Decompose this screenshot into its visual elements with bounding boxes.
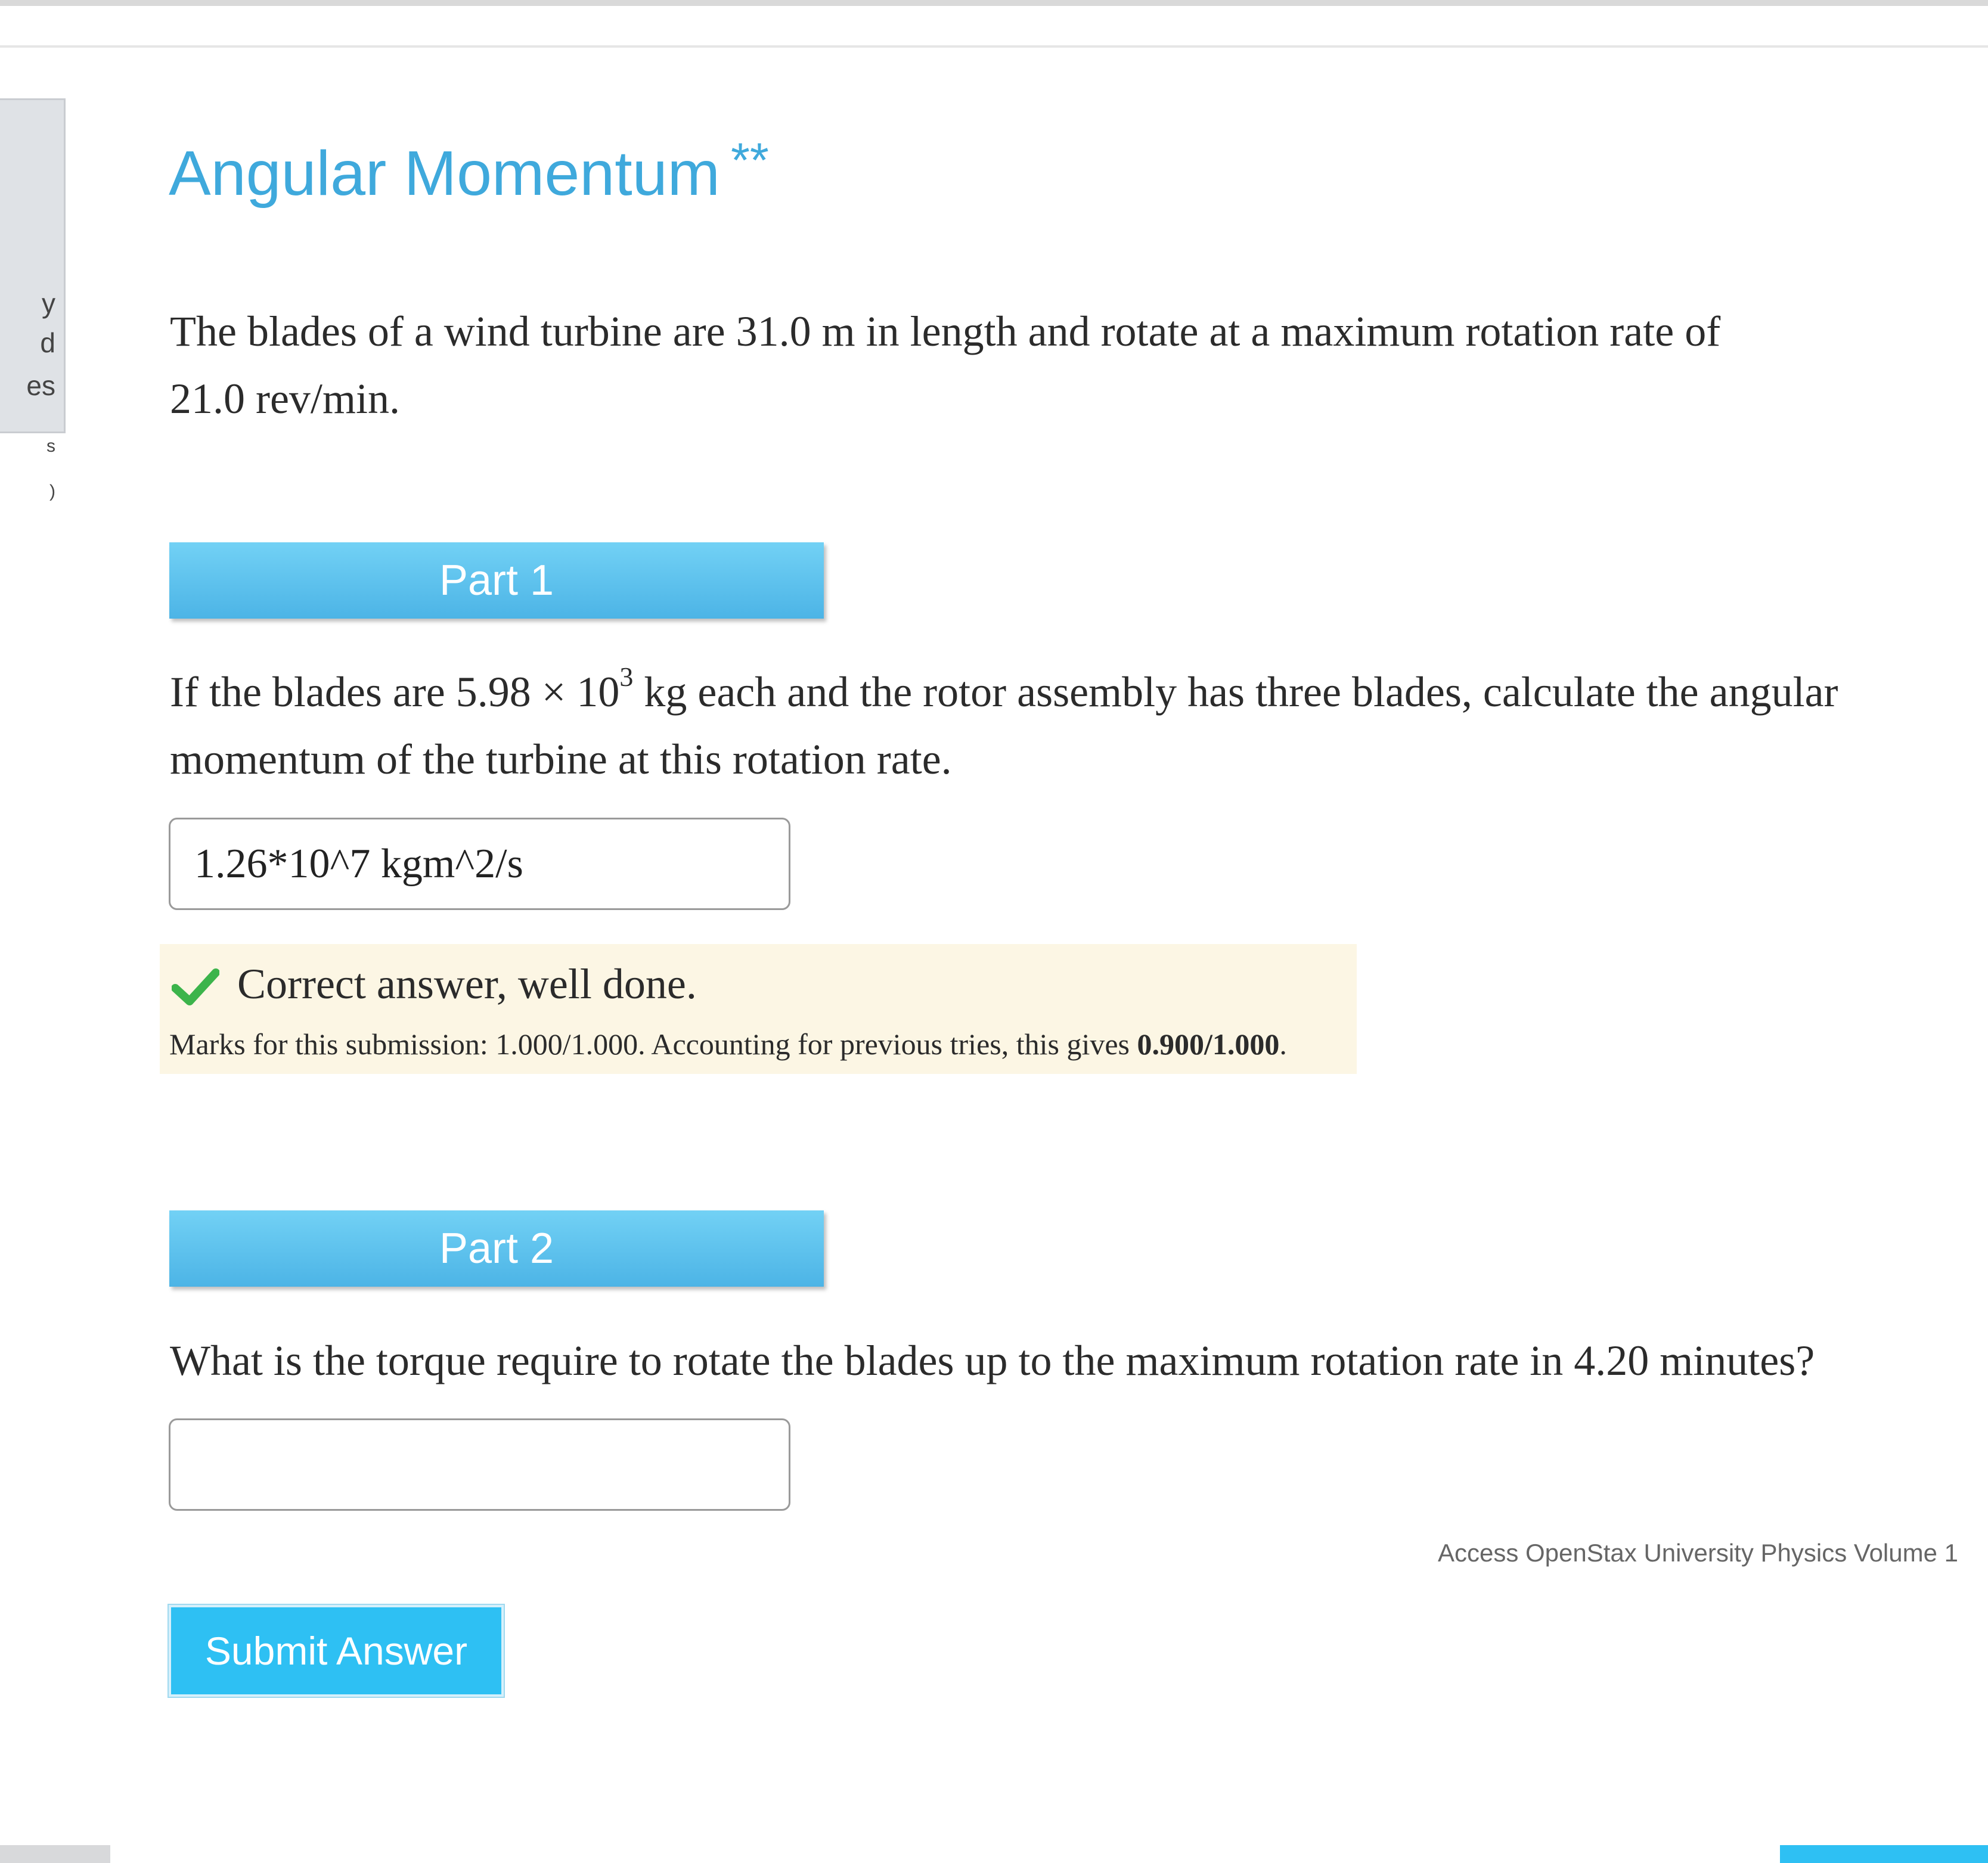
part-2-question: What is the torque require to rotate the… <box>170 1337 1815 1384</box>
difficulty-stars: ** <box>730 133 769 188</box>
browser-top-bar <box>0 0 1988 6</box>
question-title: Angular Momentum <box>169 138 720 209</box>
feedback-marks: Marks for this submission: 1.000/1.000. … <box>169 1026 1287 1062</box>
part-2-header: Part 2 <box>169 1210 824 1287</box>
page-title: Angular Momentum ** <box>169 133 769 209</box>
part-1-question-text: If the blades are 5.98 × 10 <box>170 668 620 716</box>
sidebar-fragment: s <box>46 436 55 456</box>
header-divider <box>0 45 1988 48</box>
part-2-answer-input[interactable] <box>169 1418 790 1511</box>
intro-line-2: 21.0 rev/min. <box>170 375 400 423</box>
bottom-right-nav-button[interactable] <box>1780 1845 1988 1863</box>
part-1-feedback: Correct answer, well done. Marks for thi… <box>160 944 1357 1074</box>
feedback-message: Correct answer, well done. <box>237 960 697 1008</box>
sidebar-fragment: d <box>40 327 55 358</box>
marks-text: Marks for this submission: 1.000/1.000. … <box>169 1027 1137 1061</box>
part-1-header: Part 1 <box>169 542 824 619</box>
sidebar-fragment: es <box>26 370 55 401</box>
intro-line-1: The blades of a wind turbine are 31.0 m … <box>170 308 1721 355</box>
bottom-left-nav-button[interactable] <box>0 1845 110 1863</box>
sidebar-fragment: ) <box>49 482 55 501</box>
part-1-exponent: 3 <box>619 662 634 692</box>
sidebar-fragment: y <box>42 288 55 319</box>
marks-suffix: . <box>1279 1027 1287 1061</box>
check-icon <box>172 968 219 1005</box>
question-intro: The blades of a wind turbine are 31.0 m … <box>170 298 1911 433</box>
marks-total: 0.900/1.000 <box>1137 1027 1280 1061</box>
sidebar-panel[interactable]: y d es s ) <box>0 98 66 501</box>
openstax-source-link[interactable]: Access OpenStax University Physics Volum… <box>1438 1539 1958 1567</box>
part-1-answer-input[interactable] <box>169 818 790 910</box>
part-1-question: If the blades are 5.98 × 103 kg each and… <box>170 659 1970 793</box>
submit-answer-button[interactable]: Submit Answer <box>168 1604 505 1698</box>
